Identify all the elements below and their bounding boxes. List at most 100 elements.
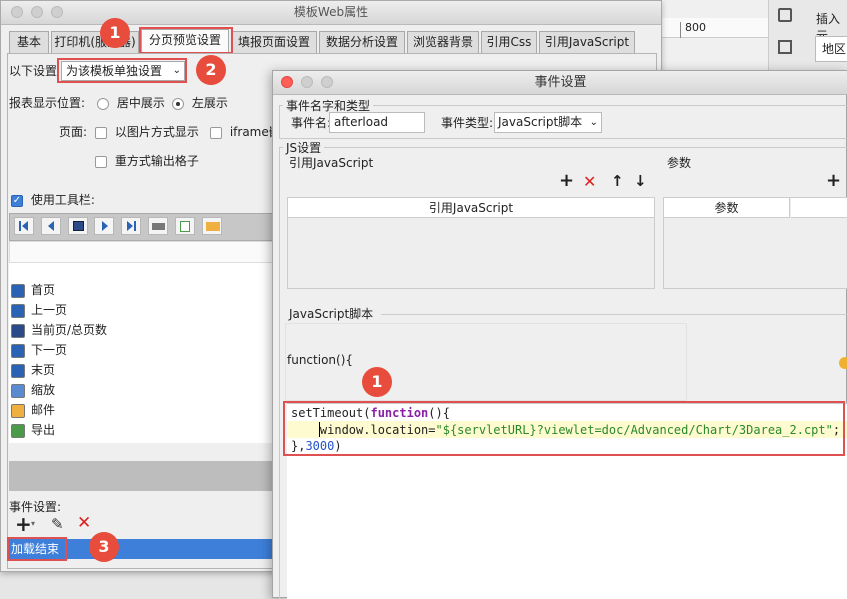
edit-icon[interactable]: ✎ — [51, 515, 64, 533]
highlight-tab — [139, 27, 233, 54]
first-page-icon[interactable] — [14, 217, 34, 235]
repeat-output-option[interactable]: 重方式输出格子 — [95, 151, 199, 171]
params-header-label: 参数 — [714, 201, 739, 215]
move-up-icon[interactable]: ↑ — [611, 172, 624, 190]
event-name-value: afterload — [334, 115, 389, 129]
checkbox-repeat-output[interactable] — [95, 155, 107, 168]
image-display-option[interactable]: 以图片方式显示 — [95, 122, 199, 142]
list-item-label: 当前页/总页数 — [31, 323, 108, 337]
prev-page-icon[interactable] — [40, 217, 61, 235]
position-left-option[interactable]: 左展示 — [172, 93, 228, 113]
last-page-icon[interactable] — [121, 217, 142, 235]
ref-js-table: 引用JavaScript — [287, 197, 655, 289]
checkbox-iframe[interactable] — [210, 126, 222, 139]
export-icon[interactable] — [174, 217, 195, 235]
toolbar-left-item[interactable]: 下一页 — [11, 340, 67, 360]
add-icon[interactable]: + — [559, 170, 574, 191]
minimize-icon[interactable] — [31, 6, 43, 18]
tab-label: 引用JavaScript — [544, 35, 630, 49]
tab-javascript[interactable]: 引用JavaScript — [539, 31, 635, 53]
zoom-icon — [11, 383, 25, 398]
tab-fill-page[interactable]: 填报页面设置 — [231, 31, 317, 53]
crop-icon[interactable] — [778, 40, 792, 54]
mail-icon[interactable] — [201, 217, 222, 235]
delete-icon[interactable]: ✕ — [77, 513, 91, 533]
ref-js-header[interactable]: 引用JavaScript — [288, 198, 654, 218]
params-table: 参数 — [663, 197, 847, 289]
tab-data-analysis[interactable]: 数据分析设置 — [319, 31, 405, 53]
position-label: 报表显示位置: — [9, 96, 86, 110]
maximize-icon[interactable] — [321, 76, 333, 88]
radio-left[interactable] — [172, 97, 184, 110]
use-toolbar-label: 使用工具栏: — [30, 193, 95, 207]
delete-icon[interactable]: ✕ — [583, 172, 596, 191]
event-type-select[interactable]: JavaScript脚本 ⌄ — [494, 112, 602, 133]
js-script-divider — [381, 314, 847, 315]
toolbar-left-item[interactable]: 首页 — [11, 280, 55, 300]
iframe-label: iframe嵌入 — [229, 125, 276, 139]
step-badge-1b: 1 — [362, 367, 392, 397]
last-page-icon — [11, 363, 25, 378]
main-titlebar: 模板Web属性 — [1, 1, 661, 25]
toolbar-left-item[interactable]: 导出 — [11, 420, 55, 440]
list-item-label: 末页 — [31, 363, 56, 377]
ref-js-toolbar: + ✕ ↑ ↓ — [559, 170, 649, 193]
close-icon[interactable] — [11, 6, 23, 18]
first-page-icon — [11, 283, 25, 298]
page-label: 页面: — [59, 125, 88, 139]
params-header[interactable]: 参数 — [664, 198, 790, 218]
mail-icon — [11, 403, 25, 418]
iframe-option[interactable]: iframe嵌入 — [210, 122, 276, 142]
tab-label: 数据分析设置 — [325, 35, 398, 49]
tab-css[interactable]: 引用Css — [481, 31, 537, 53]
position-center-option[interactable]: 居中展示 — [97, 93, 165, 113]
event-type-label: 事件类型: — [441, 116, 494, 130]
toolbar-left-item[interactable]: 缩放 — [11, 380, 55, 400]
event-name-input[interactable]: afterload — [329, 112, 425, 133]
repeat-output-label: 重方式输出格子 — [114, 154, 199, 168]
dialog-titlebar: 事件设置 — [273, 71, 847, 95]
radio-center[interactable] — [97, 97, 109, 110]
toolbar-left-item[interactable]: 邮件 — [11, 400, 55, 420]
toolbar-left-item[interactable]: 上一页 — [11, 300, 67, 320]
toolbar-left-item[interactable]: 末页 — [11, 360, 55, 380]
params-add-icon[interactable]: + — [826, 170, 841, 191]
step-badge-1: 1 — [100, 18, 130, 48]
region-field[interactable]: 地区 — [815, 36, 847, 62]
layout-icon[interactable] — [778, 8, 792, 22]
next-page-icon[interactable] — [94, 217, 115, 235]
page-count-icon[interactable] — [67, 217, 88, 235]
ref-js-header-label: 引用JavaScript — [428, 201, 514, 215]
tab-browser-bg[interactable]: 浏览器背景 — [407, 31, 479, 53]
tab-basic[interactable]: 基本 — [9, 31, 49, 53]
highlight-event-item — [7, 537, 67, 561]
list-item-label: 下一页 — [31, 343, 68, 357]
step-badge-3: 3 — [89, 532, 119, 562]
js-script-label: JavaScript脚本 — [289, 307, 374, 321]
checkbox-use-toolbar[interactable]: ✓ — [11, 194, 23, 207]
step-badge-2: 2 — [196, 55, 226, 85]
prev-page-icon — [11, 303, 25, 318]
tab-label: 填报页面设置 — [237, 35, 310, 49]
minimize-icon[interactable] — [301, 76, 313, 88]
tab-label: 浏览器背景 — [412, 35, 473, 49]
params-header-extra — [791, 198, 847, 218]
main-window-title: 模板Web属性 — [293, 5, 369, 19]
position-left-label: 左展示 — [191, 96, 228, 110]
print-icon[interactable] — [148, 217, 169, 235]
event-dialog: 事件设置 事件名字和类型 事件名: afterload 事件类型: JavaSc… — [272, 70, 847, 599]
add-icon[interactable]: + — [15, 512, 32, 536]
use-toolbar-option[interactable]: ✓ 使用工具栏: — [11, 190, 95, 210]
function-head: function(){ — [287, 353, 354, 367]
checkbox-image-display[interactable] — [95, 126, 107, 139]
list-item-label: 上一页 — [31, 303, 68, 317]
chevron-down-icon[interactable]: ▾ — [31, 519, 35, 528]
highlight-code — [283, 401, 845, 456]
params-label: 参数 — [667, 156, 692, 170]
chevron-down-icon: ⌄ — [589, 117, 598, 128]
toolbar-left-item[interactable]: 当前页/总页数 — [11, 320, 107, 340]
move-down-icon[interactable]: ↓ — [634, 172, 647, 190]
maximize-icon[interactable] — [51, 6, 63, 18]
next-page-icon — [11, 343, 25, 358]
close-icon[interactable] — [281, 76, 293, 88]
